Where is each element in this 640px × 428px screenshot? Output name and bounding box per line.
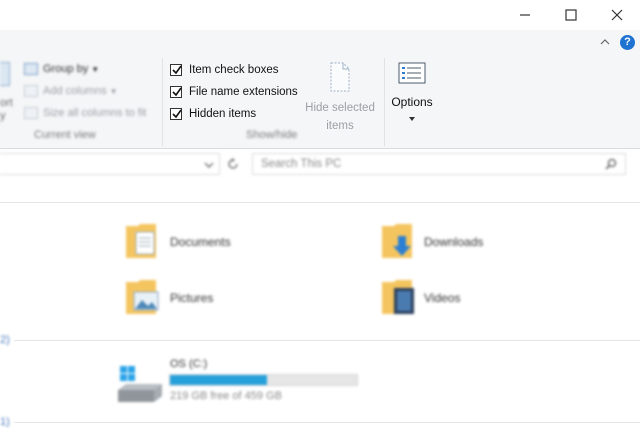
check-icon bbox=[172, 65, 182, 75]
documents-folder-icon bbox=[126, 224, 156, 258]
maximize-icon bbox=[565, 9, 577, 21]
item-check-boxes-checkbox[interactable]: Item check boxes bbox=[170, 64, 278, 76]
size-columns-button[interactable]: Size all columns to fit bbox=[24, 107, 146, 119]
videos-label: Videos bbox=[424, 291, 461, 305]
sort-label-partial-2[interactable]: y bbox=[0, 110, 6, 122]
group-separator bbox=[162, 58, 163, 146]
current-view-caption: Current view bbox=[34, 129, 96, 141]
pictures-label: Pictures bbox=[170, 291, 214, 305]
hard-drive-icon bbox=[118, 366, 162, 402]
chevron-down-icon: ▼ bbox=[109, 86, 118, 96]
chevron-down-icon bbox=[409, 117, 415, 121]
pictures-folder-icon bbox=[126, 280, 159, 314]
hide-selected-items-button[interactable]: Hide selected items bbox=[302, 62, 378, 133]
options-icon bbox=[398, 62, 426, 84]
devices-section-header[interactable]: 2) bbox=[0, 334, 10, 346]
drive-free-text: 219 GB free of 459 GB bbox=[170, 390, 282, 402]
group-separator bbox=[384, 58, 385, 146]
checkbox-checked[interactable] bbox=[170, 86, 182, 98]
group-by-button[interactable]: Group by ▼ bbox=[24, 63, 99, 75]
network-divider bbox=[14, 422, 640, 423]
network-section-header[interactable]: 1) bbox=[0, 416, 10, 428]
address-input[interactable] bbox=[0, 153, 220, 175]
file-name-extensions-checkbox[interactable]: File name extensions bbox=[170, 86, 298, 98]
add-columns-button[interactable]: Add columns ▼ bbox=[24, 85, 118, 97]
minimize-button[interactable] bbox=[502, 0, 548, 30]
search-placeholder: Search This PC bbox=[261, 158, 342, 170]
size-columns-icon bbox=[24, 107, 38, 119]
checkbox-checked[interactable] bbox=[170, 108, 182, 120]
refresh-icon[interactable] bbox=[226, 157, 240, 171]
help-icon[interactable]: ? bbox=[620, 35, 635, 50]
hide-selected-label-2: items bbox=[326, 120, 354, 132]
downloads-label: Downloads bbox=[424, 235, 484, 249]
videos-folder-icon bbox=[382, 280, 414, 314]
close-icon bbox=[611, 9, 623, 21]
options-button[interactable]: Options bbox=[386, 62, 438, 127]
drive-usage-fill bbox=[170, 375, 268, 385]
group-by-icon bbox=[24, 63, 38, 75]
devices-divider bbox=[14, 340, 640, 341]
folders-divider bbox=[0, 202, 640, 203]
drive-name: OS (C:) bbox=[170, 358, 208, 370]
chevron-down-icon[interactable] bbox=[204, 161, 214, 169]
show-hide-caption: Show/hide bbox=[246, 129, 298, 141]
hidden-items-checkbox[interactable]: Hidden items bbox=[170, 108, 256, 120]
search-input[interactable]: Search This PC bbox=[252, 153, 626, 175]
minimize-icon bbox=[520, 14, 530, 16]
chevron-down-icon: ▼ bbox=[91, 64, 100, 74]
title-bar bbox=[0, 0, 640, 30]
check-icon bbox=[172, 87, 182, 97]
downloads-folder-icon bbox=[382, 224, 412, 258]
check-icon bbox=[172, 109, 182, 119]
hide-selected-icon bbox=[330, 62, 350, 92]
maximize-button[interactable] bbox=[548, 0, 594, 30]
collapse-ribbon-icon[interactable] bbox=[600, 38, 610, 46]
search-icon[interactable] bbox=[605, 158, 617, 170]
drive-usage-bar bbox=[169, 374, 358, 386]
checkbox-checked[interactable] bbox=[170, 64, 182, 76]
documents-label: Documents bbox=[170, 235, 231, 249]
sort-label-partial[interactable]: ort bbox=[0, 97, 13, 109]
options-label: Options bbox=[391, 95, 433, 109]
close-button[interactable] bbox=[594, 0, 640, 30]
hide-selected-label-1: Hide selected bbox=[305, 102, 375, 114]
add-columns-icon bbox=[24, 85, 38, 97]
layout-icon[interactable] bbox=[0, 62, 10, 86]
